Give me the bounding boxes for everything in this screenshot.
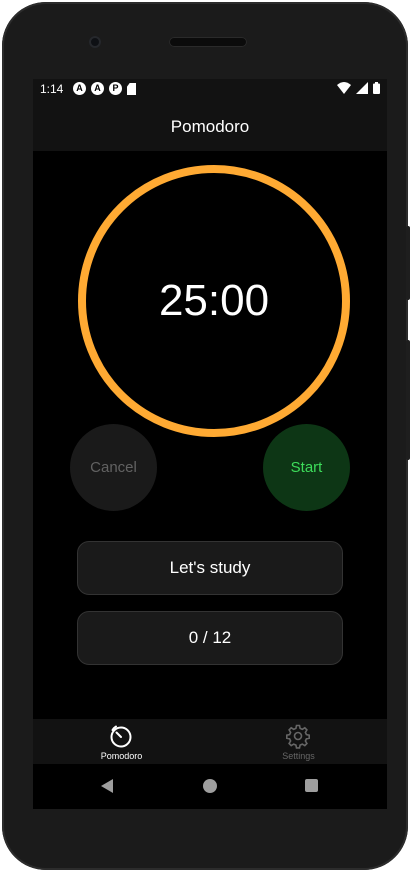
signal-icon xyxy=(356,82,368,94)
cancel-button[interactable]: Cancel xyxy=(70,424,157,511)
timer-display: 25:00 xyxy=(158,276,270,325)
session-counter[interactable]: 0 / 12 xyxy=(77,611,343,665)
app-title: Pomodoro xyxy=(170,117,250,136)
app-notification-icon: P xyxy=(109,82,122,95)
start-button[interactable]: Start xyxy=(263,424,350,511)
front-camera xyxy=(89,36,101,48)
wifi-icon xyxy=(337,82,351,94)
app-notification-icon: A xyxy=(91,82,104,95)
timer-icon xyxy=(110,725,132,748)
recents-icon[interactable] xyxy=(305,779,318,792)
home-icon[interactable] xyxy=(203,779,217,793)
system-icons xyxy=(337,82,380,94)
bottom-tab-bar: Pomodoro Settings xyxy=(33,719,387,764)
power-button xyxy=(406,226,410,300)
tab-pomodoro[interactable]: Pomodoro xyxy=(33,719,210,764)
battery-icon xyxy=(373,82,380,94)
tab-settings-label: Settings xyxy=(282,751,315,761)
back-icon[interactable] xyxy=(101,779,113,793)
gear-icon xyxy=(286,724,310,749)
notification-icons: A A P xyxy=(73,82,136,95)
earpiece-speaker xyxy=(169,37,247,47)
phone-frame: 1:14 A A P Pomodoro 25:00 Cancel Start L… xyxy=(2,2,410,870)
task-label-button[interactable]: Let's study xyxy=(77,541,343,595)
tab-pomodoro-label: Pomodoro xyxy=(100,751,143,761)
system-nav-bar xyxy=(33,764,387,809)
screen: 1:14 A A P Pomodoro 25:00 Cancel Start L… xyxy=(33,79,387,809)
volume-button xyxy=(406,340,410,460)
sd-card-icon xyxy=(127,83,136,95)
tab-settings[interactable]: Settings xyxy=(210,719,387,764)
app-notification-icon: A xyxy=(73,82,86,95)
status-bar: 1:14 A A P xyxy=(33,79,387,99)
status-time: 1:14 xyxy=(40,82,64,96)
app-bar: Pomodoro xyxy=(33,99,387,151)
